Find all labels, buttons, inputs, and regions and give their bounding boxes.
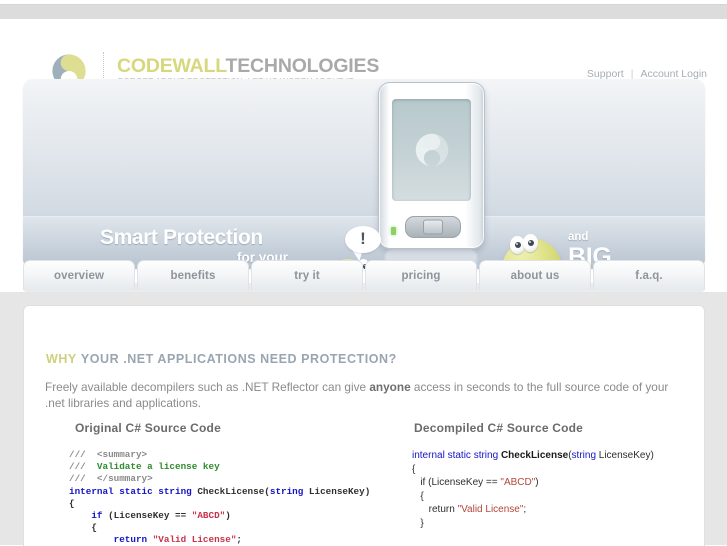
- column-title-original: Original C# Source Code: [75, 421, 221, 435]
- hero-horizon-line: [23, 216, 705, 217]
- page-title: WHY YOUR .NET APPLICATIONS NEED PROTECTI…: [46, 352, 397, 366]
- brand-primary: CODEWALL: [117, 55, 226, 77]
- pda-power-led-icon: [391, 227, 396, 235]
- hero-headline-line1: Smart Protection: [100, 226, 263, 249]
- page-root: CODEWALLTECHNOLOGIES FORGET ABOUT PROTEC…: [0, 19, 727, 546]
- nav-tab-label: pricing: [401, 269, 441, 282]
- pda-screen-swirl-logo-icon: [412, 130, 452, 170]
- mascot-right-pupil-1: [515, 242, 521, 248]
- nav-tab-label: about us: [510, 269, 560, 282]
- code-block-original: /// <summary> /// Validate a license key…: [69, 449, 371, 546]
- intro-part-1: Freely available decompilers such as .NE…: [45, 380, 370, 394]
- nav-tab-pricing[interactable]: pricing: [365, 260, 477, 290]
- hero-banner: Smart Protection for your Small and BIG …: [23, 79, 705, 269]
- speech-bubble-text: !: [360, 229, 366, 248]
- pda-pad-center: [423, 219, 443, 235]
- nav-tab-faq[interactable]: f.a.q.: [593, 260, 705, 290]
- column-title-decompiled: Decompiled C# Source Code: [414, 421, 584, 435]
- page-title-rest: YOUR .NET APPLICATIONS NEED PROTECTION?: [80, 352, 397, 366]
- pda-screen: [392, 99, 471, 201]
- intro-emphasis: anyone: [369, 380, 411, 394]
- hero-headline-line4: and: [568, 231, 589, 243]
- intro-paragraph: Freely available decompilers such as .NE…: [45, 380, 685, 411]
- pda-device-icon: [378, 82, 485, 249]
- page-title-accent: WHY: [46, 352, 77, 366]
- nav-tab-label: try it: [294, 269, 320, 282]
- nav-tab-label: benefits: [170, 269, 216, 282]
- nav-tab-label: overview: [53, 269, 105, 282]
- mascot-right-pupil-2: [528, 240, 534, 246]
- nav-tab-list: overview benefits try it pricing about u…: [23, 260, 705, 290]
- nav-tab-try-it[interactable]: try it: [251, 260, 363, 290]
- site-header: CODEWALLTECHNOLOGIES FORGET ABOUT PROTEC…: [0, 19, 727, 88]
- nav-tab-label: f.a.q.: [635, 269, 663, 282]
- code-block-decompiled: internal static string CheckLicense(stri…: [412, 450, 654, 529]
- main-content-panel: WHY YOUR .NET APPLICATIONS NEED PROTECTI…: [23, 305, 705, 546]
- nav-tab-about-us[interactable]: about us: [479, 260, 591, 290]
- nav-tab-benefits[interactable]: benefits: [137, 260, 249, 290]
- pda-navigation-pad: [405, 216, 461, 238]
- main-navigation: overview benefits try it pricing about u…: [23, 260, 705, 292]
- brand-secondary: TECHNOLOGIES: [225, 55, 380, 77]
- brand-wordmark[interactable]: CODEWALLTECHNOLOGIES: [117, 55, 379, 78]
- nav-tab-overview[interactable]: overview: [23, 260, 135, 290]
